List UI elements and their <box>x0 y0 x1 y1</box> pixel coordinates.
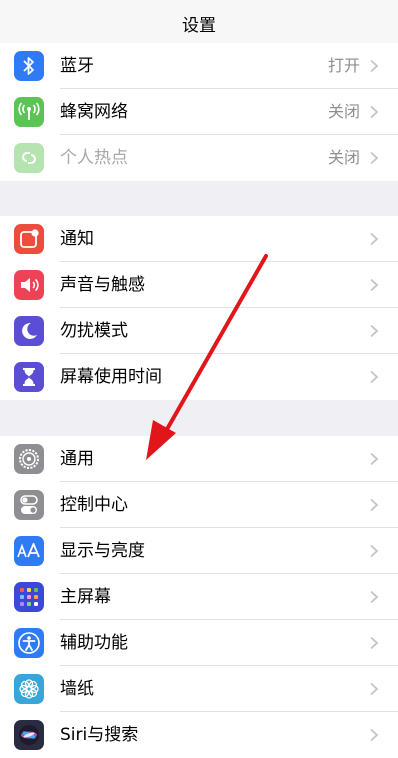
wallpaper-icon <box>14 674 44 704</box>
home-grid-icon <box>14 582 44 612</box>
settings-item-notifications[interactable]: 通知 <box>0 216 398 262</box>
chevron-right-icon <box>370 232 379 246</box>
accessibility-icon <box>14 628 44 658</box>
settings-item-label: 勿扰模式 <box>60 321 128 341</box>
chevron-right-icon <box>370 324 379 338</box>
settings-item-screen-time[interactable]: 屏幕使用时间 <box>0 354 398 400</box>
chevron-right-icon <box>370 544 379 558</box>
settings-item-control-center[interactable]: 控制中心 <box>0 482 398 528</box>
settings-item-bluetooth[interactable]: 蓝牙 打开 <box>0 43 398 89</box>
settings-item-label: 通知 <box>60 229 94 249</box>
settings-item-home-screen[interactable]: 主屏幕 <box>0 574 398 620</box>
hourglass-icon <box>14 362 44 392</box>
chevron-right-icon <box>370 590 379 604</box>
bluetooth-icon <box>14 51 44 81</box>
chevron-right-icon <box>370 682 379 696</box>
hotspot-status: 关闭 <box>327 148 360 167</box>
bluetooth-status: 打开 <box>327 56 360 75</box>
settings-item-do-not-disturb[interactable]: 勿扰模式 <box>0 308 398 354</box>
settings-item-label: 主屏幕 <box>60 587 111 607</box>
settings-item-personal-hotspot[interactable]: 个人热点 关闭 <box>0 135 398 181</box>
connectivity-group: 蓝牙 打开 蜂窝网络 关闭 个人热点 关闭 <box>0 43 398 181</box>
notifications-group: 通知 声音与触感 勿扰模式 屏幕使用时间 <box>0 216 398 400</box>
settings-item-label: 墙纸 <box>60 679 94 699</box>
page-title: 设置 <box>182 15 216 36</box>
notification-icon <box>14 224 44 254</box>
settings-item-accessibility[interactable]: 辅助功能 <box>0 620 398 666</box>
chevron-right-icon <box>370 636 379 650</box>
settings-item-label: 屏幕使用时间 <box>60 367 162 387</box>
toggles-icon <box>14 490 44 520</box>
settings-item-sounds-haptics[interactable]: 声音与触感 <box>0 262 398 308</box>
settings-item-label: Siri与搜索 <box>60 725 139 745</box>
chevron-right-icon <box>370 59 379 73</box>
settings-item-label: 个人热点 <box>60 148 128 168</box>
chevron-right-icon <box>370 370 379 384</box>
settings-item-wallpaper[interactable]: 墙纸 <box>0 666 398 712</box>
settings-item-label: 蜂窝网络 <box>60 102 128 122</box>
cellular-status: 关闭 <box>327 102 360 121</box>
gear-icon <box>14 444 44 474</box>
nav-bar: 设置 <box>0 0 398 47</box>
cellular-icon <box>14 97 44 127</box>
moon-icon <box>14 316 44 346</box>
general-group: 通用 控制中心 显示与亮度 主屏幕 辅助功能 墙纸 Siri与搜索 <box>0 436 398 758</box>
speaker-icon <box>14 270 44 300</box>
settings-item-label: 通用 <box>60 449 94 469</box>
settings-item-display-brightness[interactable]: 显示与亮度 <box>0 528 398 574</box>
settings-item-siri-search[interactable]: Siri与搜索 <box>0 712 398 758</box>
chevron-right-icon <box>370 452 379 466</box>
chevron-right-icon <box>370 498 379 512</box>
hotspot-icon <box>14 143 44 173</box>
settings-item-label: 声音与触感 <box>60 275 145 295</box>
settings-item-general[interactable]: 通用 <box>0 436 398 482</box>
settings-item-label: 显示与亮度 <box>60 541 145 561</box>
chevron-right-icon <box>370 151 379 165</box>
settings-item-label: 控制中心 <box>60 495 128 515</box>
settings-item-cellular[interactable]: 蜂窝网络 关闭 <box>0 89 398 135</box>
chevron-right-icon <box>370 105 379 119</box>
chevron-right-icon <box>370 728 379 742</box>
display-aa-icon <box>14 536 44 566</box>
settings-item-label: 蓝牙 <box>60 56 94 76</box>
chevron-right-icon <box>370 278 379 292</box>
settings-item-label: 辅助功能 <box>60 633 128 653</box>
siri-icon <box>14 720 44 750</box>
